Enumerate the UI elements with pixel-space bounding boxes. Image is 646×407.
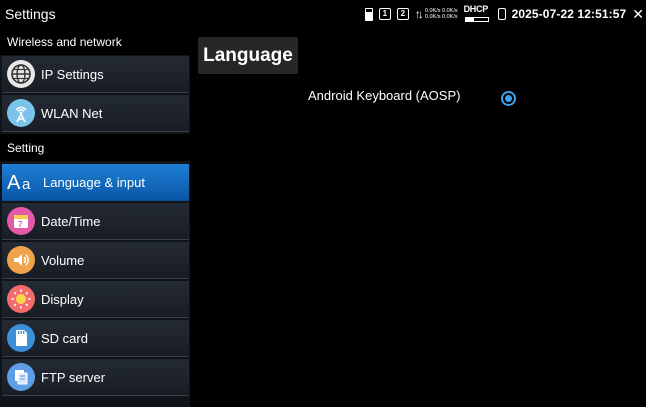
ftp-server-icon (7, 363, 35, 391)
section-header-wireless: Wireless and network (0, 28, 190, 55)
wifi-antenna-icon (7, 99, 35, 127)
speaker-icon (7, 246, 35, 274)
close-icon[interactable]: ✕ (632, 7, 644, 21)
sidebar-item-wlan-net[interactable]: WLAN Net (2, 95, 189, 132)
sim-1-icon: 1 (378, 8, 391, 20)
sidebar-item-label: IP Settings (41, 66, 104, 82)
sidebar-item-label: FTP server (41, 369, 106, 385)
brightness-icon (7, 285, 35, 313)
sidebar-item-ip-settings[interactable]: IP Settings (2, 56, 189, 93)
dhcp-icon: DHCP (464, 4, 492, 24)
keyboard-option-row[interactable]: Android Keyboard (AOSP) (190, 82, 646, 112)
sd-card-icon (7, 324, 35, 352)
sidebar-item-label: SD card (41, 330, 88, 346)
page-title: Language (203, 44, 293, 66)
language-aa-icon: Aa (7, 168, 37, 196)
net-speed-down: 0.0K/s 0.0K/s (424, 14, 458, 20)
keyboard-radio-button[interactable] (501, 91, 516, 106)
app-title: Settings (5, 6, 56, 22)
globe-icon (7, 60, 35, 88)
main-panel: Language Android Keyboard (AOSP) (190, 28, 646, 407)
sidebar-item-label: Volume (41, 252, 85, 268)
page-title-box: Language (198, 37, 298, 74)
sidebar-item-date-time[interactable]: 7 Date/Time (2, 203, 189, 240)
sidebar-item-label: Date/Time (41, 213, 101, 229)
svg-text:a: a (22, 176, 31, 193)
net-speed: 0.0K/s 0.0K/s 0.0K/s 0.0K/s (425, 8, 458, 20)
sidebar-item-language-input[interactable]: Aa Language & input (2, 164, 189, 201)
sidebar-item-volume[interactable]: Volume (2, 242, 189, 279)
svg-text:A: A (7, 172, 21, 194)
sidebar-item-ftp-server[interactable]: FTP server (2, 359, 189, 396)
keyboard-option-label: Android Keyboard (AOSP) (308, 88, 461, 103)
battery-icon (497, 8, 506, 20)
calendar-icon: 7 (7, 207, 35, 235)
data-arrows-icon: ↑↓ (414, 7, 424, 21)
section-header-setting: Setting (0, 134, 190, 161)
svg-text:7: 7 (18, 220, 23, 229)
sim-2-icon: 2 (396, 8, 409, 20)
sidebar-item-label: WLAN Net (41, 105, 103, 121)
status-icons: 1 2 ↑↓ 0.0K/s 0.0K/s 0.0K/s 0.0K/s DHCP … (364, 0, 644, 28)
sidebar-item-display[interactable]: Display (2, 281, 189, 318)
dhcp-bar (464, 17, 489, 22)
sd-card-icon (364, 7, 373, 21)
sidebar-item-sd-card[interactable]: SD card (2, 320, 189, 357)
status-bar: Settings 1 2 ↑↓ 0.0K/s 0.0K/s 0.0K/s 0.0… (0, 0, 646, 28)
sidebar: Wireless and network IP Settings WLAN Ne… (0, 28, 190, 407)
sidebar-item-label: Display (41, 291, 84, 307)
dhcp-label: DHCP (463, 4, 489, 14)
sidebar-item-label: Language & input (43, 174, 145, 190)
status-clock: 2025-07-22 12:51:57 (511, 7, 627, 21)
